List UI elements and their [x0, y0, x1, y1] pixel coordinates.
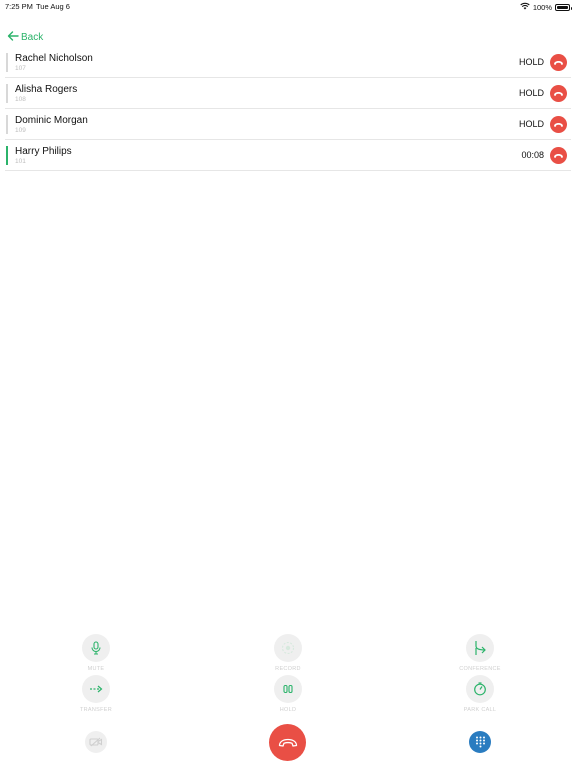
- battery-percent: 100%: [532, 2, 552, 12]
- park-label: PARK CALL: [463, 707, 497, 713]
- call-row-active[interactable]: Harry Philips 101 00:08: [5, 140, 571, 171]
- call-list: Rachel Nicholson 107 HOLD Alisha Rogers …: [0, 47, 576, 171]
- hangup-icon: [554, 91, 563, 96]
- hangup-icon: [554, 60, 563, 65]
- transfer-arrow-icon: [90, 685, 103, 693]
- record-icon: [281, 641, 295, 655]
- call-indicator-active: [6, 146, 8, 165]
- back-label: Back: [21, 32, 44, 43]
- hangup-button[interactable]: [550, 116, 567, 133]
- call-indicator: [6, 84, 8, 103]
- transfer-button[interactable]: [82, 675, 110, 703]
- record-control: RECORD: [258, 634, 318, 672]
- call-indicator: [6, 53, 8, 72]
- call-timer: 00:08: [521, 150, 544, 160]
- conference-control: CONFERENCE: [450, 634, 510, 672]
- end-call-button[interactable]: [269, 724, 306, 761]
- pause-icon: [283, 684, 293, 694]
- call-status: HOLD: [518, 119, 544, 129]
- status-date: Tue Aug 6: [36, 2, 70, 11]
- hangup-icon: [278, 738, 297, 747]
- caller-extension: 101: [15, 158, 26, 165]
- caller-name: Rachel Nicholson: [15, 53, 93, 64]
- hangup-icon: [554, 153, 563, 158]
- record-label: RECORD: [275, 666, 301, 672]
- status-right: 100%: [520, 2, 572, 12]
- keypad-icon: [475, 736, 485, 748]
- timer-icon: [474, 682, 486, 696]
- conference-label: CONFERENCE: [459, 666, 501, 672]
- hangup-button[interactable]: [550, 147, 567, 164]
- call-row[interactable]: Alisha Rogers 108 HOLD: [5, 78, 571, 109]
- hold-button[interactable]: [274, 675, 302, 703]
- wifi-icon: [520, 2, 530, 12]
- hold-control: HOLD: [258, 675, 318, 713]
- call-indicator: [6, 115, 8, 134]
- call-status: HOLD: [518, 88, 544, 98]
- caller-name: Alisha Rogers: [15, 84, 78, 95]
- hangup-button[interactable]: [550, 85, 567, 102]
- mute-label: MUTE: [87, 666, 105, 672]
- caller-extension: 108: [15, 96, 26, 103]
- park-control: PARK CALL: [450, 675, 510, 713]
- battery-icon: [555, 3, 572, 11]
- mute-button[interactable]: [82, 634, 110, 662]
- park-button[interactable]: [466, 675, 494, 703]
- hold-label: HOLD: [279, 707, 297, 713]
- transfer-control: TRANSFER: [66, 675, 126, 713]
- conference-button[interactable]: [466, 634, 494, 662]
- caller-name: Harry Philips: [15, 146, 72, 157]
- call-row[interactable]: Rachel Nicholson 107 HOLD: [5, 47, 571, 78]
- call-status: HOLD: [518, 57, 544, 67]
- status-time: 7:25 PM: [5, 2, 33, 11]
- transfer-label: TRANSFER: [79, 707, 113, 713]
- caller-name: Dominic Morgan: [15, 115, 88, 126]
- video-off-icon: [89, 737, 103, 747]
- status-bar: 7:25 PM Tue Aug 6 100%: [0, 0, 576, 14]
- record-button[interactable]: [274, 634, 302, 662]
- call-row[interactable]: Dominic Morgan 109 HOLD: [5, 109, 571, 140]
- arrow-left-icon: [7, 31, 19, 44]
- microphone-icon: [91, 641, 101, 655]
- caller-extension: 109: [15, 127, 26, 134]
- back-button[interactable]: Back: [7, 31, 43, 44]
- merge-arrow-icon: [475, 641, 486, 655]
- video-button[interactable]: [85, 731, 107, 753]
- mute-control: MUTE: [66, 634, 126, 672]
- hangup-icon: [554, 122, 563, 127]
- keypad-button[interactable]: [469, 731, 491, 753]
- hangup-button[interactable]: [550, 54, 567, 71]
- caller-extension: 107: [15, 65, 26, 72]
